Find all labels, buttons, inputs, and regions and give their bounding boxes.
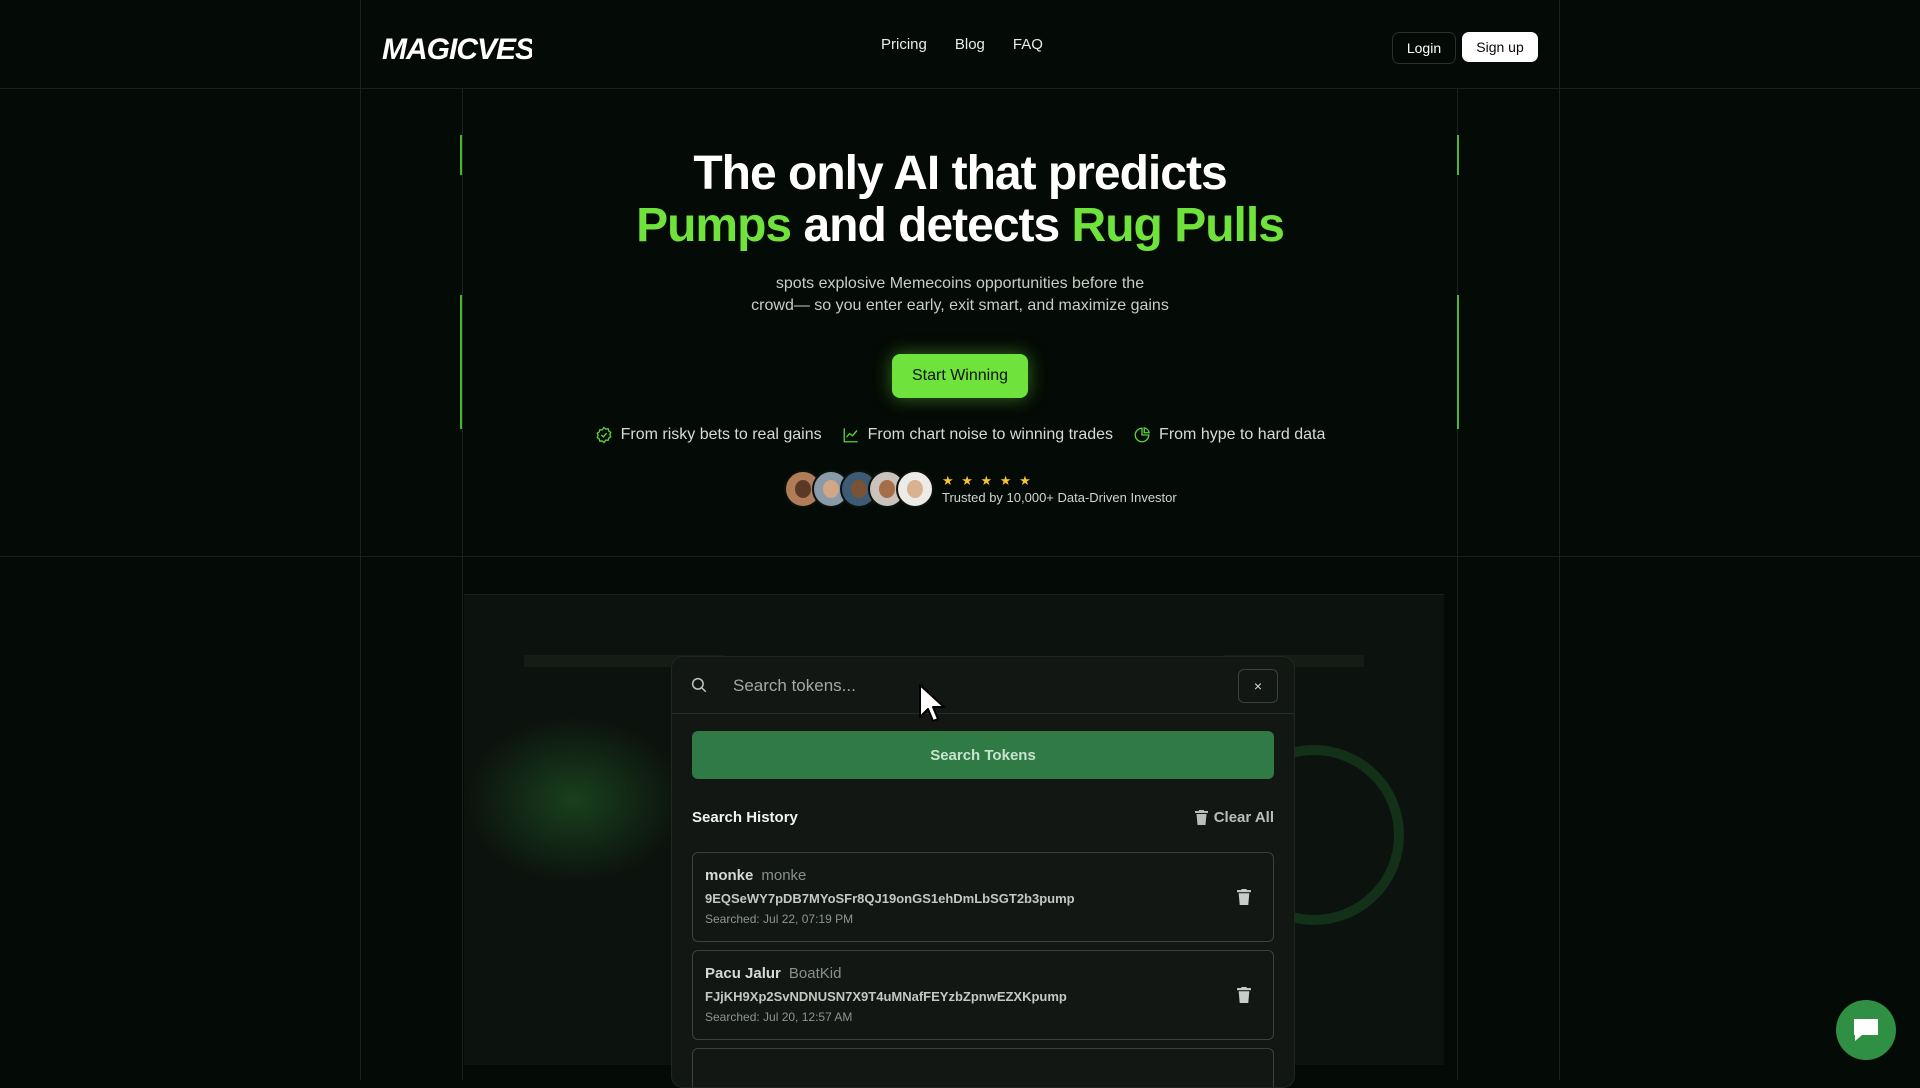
nav-pricing[interactable]: Pricing bbox=[881, 36, 927, 53]
avatar-group bbox=[784, 470, 934, 508]
avatar bbox=[896, 470, 934, 508]
search-timestamp: Searched: Jul 20, 12:57 AM bbox=[705, 1010, 853, 1024]
history-item[interactable] bbox=[692, 1048, 1274, 1087]
grid-line bbox=[0, 88, 1920, 89]
token-symbol: monke bbox=[761, 867, 807, 884]
chat-bubble-icon bbox=[1854, 1019, 1878, 1041]
grid-line bbox=[0, 556, 1920, 557]
history-item[interactable]: Pacu Jalur BoatKid FJjKH9Xp2SvNDNUSN7X9T4… bbox=[692, 950, 1274, 1040]
token-address: FJjKH9Xp2SvNDNUSN7X9T4uMNafFEYzbZpnwEZXK… bbox=[705, 989, 1067, 1004]
mouse-cursor-icon bbox=[919, 684, 945, 722]
trash-icon[interactable] bbox=[1237, 889, 1251, 905]
trash-icon bbox=[1194, 810, 1208, 825]
chat-button[interactable] bbox=[1836, 1000, 1896, 1060]
clear-all-label: Clear All bbox=[1213, 809, 1274, 826]
trash-icon[interactable] bbox=[1237, 987, 1251, 1003]
feature-text: From risky bets to real gains bbox=[620, 426, 822, 443]
token-symbol: BoatKid bbox=[788, 965, 842, 982]
login-button[interactable]: Login bbox=[1392, 32, 1456, 64]
hero-highlight-pumps: Pumps bbox=[636, 199, 792, 252]
line-chart-icon bbox=[843, 428, 858, 443]
hero-highlight-rug-pulls: Rug Pulls bbox=[1071, 199, 1285, 252]
hero-title-mid: and detects bbox=[791, 199, 1072, 252]
feature-item: From hype to hard data bbox=[1133, 426, 1325, 444]
magicvest-logo[interactable]: MAGICVEST bbox=[382, 30, 556, 66]
rating-stars: ★ ★ ★ ★ ★ bbox=[942, 473, 1033, 488]
search-icon bbox=[691, 677, 707, 693]
feature-list: From risky bets to real gains From chart… bbox=[0, 426, 1920, 444]
trust-badge: ★ ★ ★ ★ ★ Trusted by 10,000+ Data-Driven… bbox=[784, 470, 1177, 508]
search-timestamp: Searched: Jul 22, 07:19 PM bbox=[705, 912, 854, 926]
badge-check-icon bbox=[596, 426, 612, 444]
hero-title-line2: Pumps and detects Rug Pulls bbox=[0, 200, 1920, 252]
close-button[interactable]: × bbox=[1238, 669, 1278, 703]
trust-text: ★ ★ ★ ★ ★ Trusted by 10,000+ Data-Driven… bbox=[942, 473, 1177, 505]
svg-text:MAGICVEST: MAGICVEST bbox=[382, 33, 532, 66]
feature-item: From chart noise to winning trades bbox=[842, 426, 1113, 444]
trust-label: Trusted by 10,000+ Data-Driven Investor bbox=[942, 490, 1177, 505]
hero-subtitle: spots explosive Memecoins opportunities … bbox=[0, 273, 1920, 317]
signup-button[interactable]: Sign up bbox=[1462, 32, 1538, 62]
feature-item: From risky bets to real gains bbox=[595, 426, 822, 444]
search-history-header: Search History Clear All bbox=[692, 809, 1274, 826]
pie-chart-icon bbox=[1134, 427, 1150, 443]
token-address: 9EQSeWY7pDB7MYoSFr8QJ19onGS1ehDmLbSGT2b3… bbox=[705, 891, 1075, 906]
hero-subtitle-line2: crowd— so you enter early, exit smart, a… bbox=[751, 297, 1169, 314]
search-modal: × Search Tokens Search History Clear All… bbox=[671, 656, 1295, 1088]
history-item[interactable]: monke monke 9EQSeWY7pDB7MYoSFr8QJ19onGS1e… bbox=[692, 852, 1274, 942]
feature-text: From hype to hard data bbox=[1159, 426, 1326, 443]
search-input[interactable] bbox=[731, 673, 1215, 699]
token-name: monke monke bbox=[705, 867, 807, 884]
hero-subtitle-line1: spots explosive Memecoins opportunities … bbox=[775, 275, 1145, 292]
clear-all-button[interactable]: Clear All bbox=[1194, 809, 1274, 826]
search-tokens-button[interactable]: Search Tokens bbox=[692, 731, 1274, 779]
start-winning-button[interactable]: Start Winning bbox=[892, 354, 1028, 398]
feature-text: From chart noise to winning trades bbox=[867, 426, 1114, 443]
search-history-title: Search History bbox=[692, 809, 798, 826]
search-bar: × bbox=[672, 657, 1294, 714]
nav-faq[interactable]: FAQ bbox=[1013, 36, 1043, 53]
hero-title-line1: The only AI that predicts bbox=[693, 147, 1227, 200]
main-nav: Pricing Blog FAQ bbox=[881, 36, 1043, 53]
token-name: Pacu Jalur BoatKid bbox=[705, 965, 842, 982]
hero-title: The only AI that predicts Pumps and dete… bbox=[0, 148, 1920, 252]
nav-blog[interactable]: Blog bbox=[955, 36, 985, 53]
